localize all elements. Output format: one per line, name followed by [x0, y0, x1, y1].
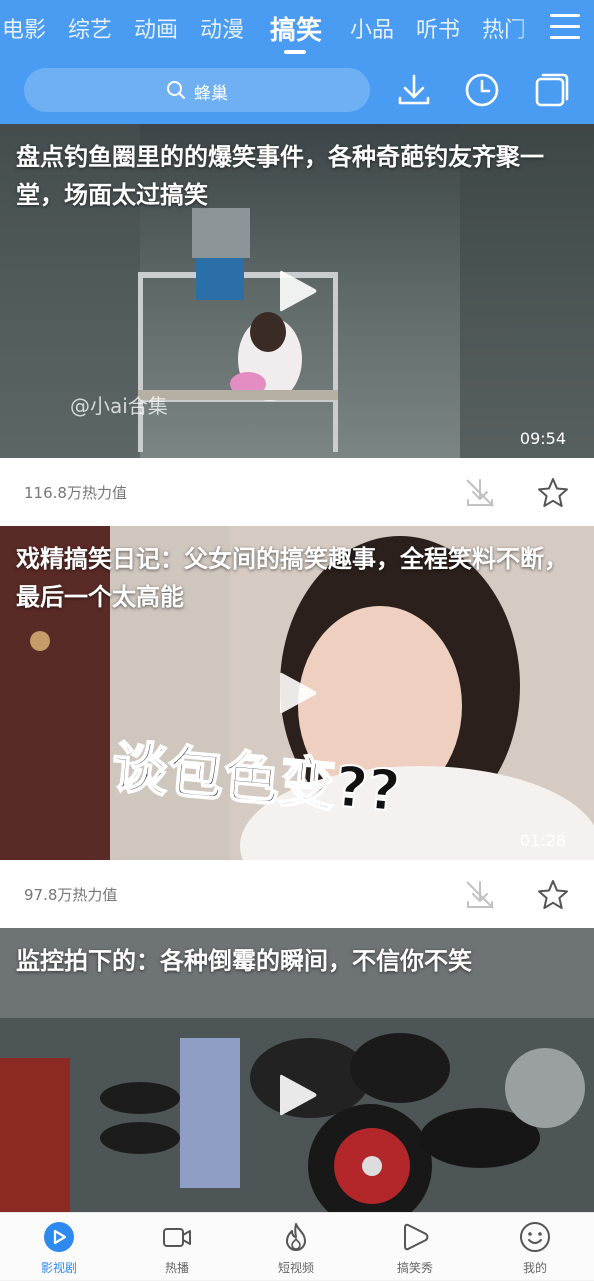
tab-anime[interactable]: 动漫 [200, 12, 244, 44]
nav-label: 我的 [522, 1261, 547, 1275]
smiley-icon [520, 1222, 550, 1252]
tab-audiobooks[interactable]: 听书 [416, 12, 460, 44]
play-bubble-icon [404, 1223, 429, 1251]
play-icon[interactable] [272, 267, 320, 315]
video-thumbnail[interactable]: 监控拍下的：各种倒霉的瞬间，不信你不笑 [0, 928, 594, 1212]
video-thumbnail[interactable]: 盘点钓鱼圈里的的爆笑事件，各种奇葩钓友齐聚一堂，场面太过搞笑 @小ai合集 09… [0, 124, 594, 458]
video-title: 戏精搞笑日记：父女间的搞笑趣事，全程笑料不断，最后一个太高能 [16, 545, 568, 611]
nav-item-funny-show[interactable]: 搞笑秀 [356, 1213, 474, 1281]
nav-label: 搞笑秀 [396, 1261, 433, 1275]
search-placeholder: 蜂巢 [194, 84, 228, 104]
cache-download-icon[interactable] [464, 476, 496, 510]
watermark: @小ai合集 [70, 394, 168, 418]
play-icon[interactable] [272, 669, 320, 717]
video-duration: 09:54 [519, 429, 566, 448]
nav-item-dramas[interactable]: 影视剧 [0, 1213, 118, 1281]
video-duration: 01:28 [519, 831, 566, 850]
search-bar[interactable]: 蜂巢 [24, 68, 370, 112]
history-clock-icon[interactable] [462, 70, 502, 110]
heat-value: 116.8万热力值 [24, 484, 127, 502]
nav-item-short-videos[interactable]: 短视频 [237, 1213, 355, 1281]
play-icon[interactable] [272, 1071, 320, 1119]
collection-icon[interactable] [532, 70, 572, 110]
download-icon[interactable] [394, 70, 434, 110]
video-thumbnail[interactable]: 戏精搞笑日记：父女间的搞笑趣事，全程笑料不断，最后一个太高能 谈包色变?? 01… [0, 526, 594, 860]
tab-variety[interactable]: 综艺 [68, 12, 112, 44]
cache-download-icon[interactable] [464, 878, 496, 912]
top-header: 电影 综艺 动画 动漫 搞笑 小品 听书 热门 蜂巢 [0, 0, 594, 124]
nav-item-me[interactable]: 我的 [476, 1213, 594, 1281]
video-info-bar: 97.8万热力值 [0, 860, 594, 928]
tab-animation[interactable]: 动画 [134, 12, 178, 44]
video-info-bar: 116.8万热力值 [0, 458, 594, 526]
favorite-star-icon[interactable] [536, 878, 570, 912]
play-circle-icon [44, 1222, 74, 1252]
nav-label: 热播 [164, 1261, 189, 1275]
video-card[interactable]: 戏精搞笑日记：父女间的搞笑趣事，全程笑料不断，最后一个太高能 谈包色变?? 01… [0, 526, 594, 928]
flame-icon [286, 1223, 306, 1251]
video-title: 监控拍下的：各种倒霉的瞬间，不信你不笑 [16, 947, 472, 975]
nav-label: 短视频 [277, 1261, 314, 1275]
category-tabs: 电影 综艺 动画 动漫 搞笑 小品 听书 热门 [0, 0, 594, 58]
video-card[interactable]: 盘点钓鱼圈里的的爆笑事件，各种奇葩钓友齐聚一堂，场面太过搞笑 @小ai合集 09… [0, 124, 594, 526]
favorite-star-icon[interactable] [536, 476, 570, 510]
search-icon [167, 81, 185, 99]
tabs-fade [506, 0, 546, 58]
tab-movies[interactable]: 电影 [2, 12, 46, 44]
active-tab-indicator [284, 50, 306, 54]
nav-label: 影视剧 [40, 1261, 77, 1275]
heat-value: 97.8万热力值 [24, 886, 118, 904]
video-card[interactable]: 监控拍下的：各种倒霉的瞬间，不信你不笑 [0, 928, 594, 1212]
tab-comedy[interactable]: 搞笑 [270, 10, 322, 47]
video-camera-icon [163, 1228, 191, 1247]
video-title: 盘点钓鱼圈里的的爆笑事件，各种奇葩钓友齐聚一堂，场面太过搞笑 [16, 143, 544, 209]
menu-icon[interactable] [550, 14, 580, 42]
bottom-nav: 影视剧 热播 短视频 搞笑秀 我的 [0, 1212, 594, 1280]
nav-item-hot[interactable]: 热播 [118, 1213, 236, 1281]
tab-skits[interactable]: 小品 [350, 12, 394, 44]
